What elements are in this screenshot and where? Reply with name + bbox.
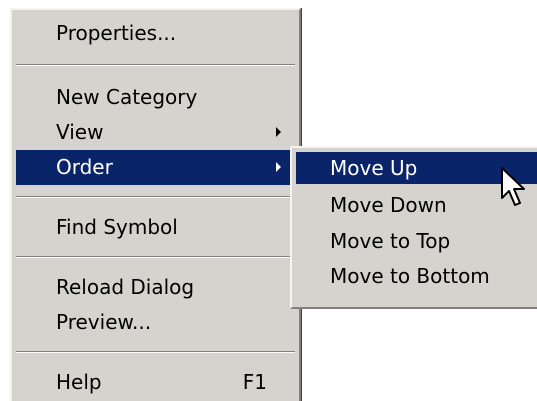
- menu-item-preview[interactable]: Preview...: [16, 305, 295, 340]
- menu-item-label: Reload Dialog: [56, 275, 195, 299]
- submenu-item-move-to-top[interactable]: Move to Top: [296, 225, 537, 257]
- submenu-arrow-icon: [276, 127, 281, 137]
- context-menu: Properties... New Category View Order Fi…: [10, 8, 301, 401]
- submenu-item-label: Move Up: [330, 156, 418, 180]
- menu-item-label: Preview...: [56, 310, 152, 334]
- submenu-item-label: Move to Bottom: [330, 264, 490, 288]
- submenu-item-label: Move to Top: [330, 229, 451, 253]
- menu-separator: [16, 64, 295, 66]
- menu-item-label: Properties...: [56, 21, 177, 45]
- menu-separator: [16, 256, 295, 258]
- menu-separator: [16, 196, 295, 198]
- menu-item-find-symbol[interactable]: Find Symbol: [16, 210, 295, 245]
- menu-separator: [16, 351, 295, 353]
- menu-item-label: Order: [56, 155, 113, 179]
- menu-item-label: Help: [56, 370, 102, 394]
- menu-item-new-category[interactable]: New Category: [16, 80, 295, 115]
- menu-item-help[interactable]: Help F1: [16, 365, 295, 400]
- submenu-item-move-to-bottom[interactable]: Move to Bottom: [296, 260, 537, 292]
- mouse-pointer-icon: [501, 167, 525, 206]
- menu-item-view[interactable]: View: [16, 115, 295, 150]
- screen: Properties... New Category View Order Fi…: [0, 0, 537, 401]
- menu-item-label: View: [56, 120, 104, 144]
- menu-item-label: Find Symbol: [56, 215, 178, 239]
- menu-item-properties[interactable]: Properties...: [16, 16, 295, 51]
- menu-item-reload-dialog[interactable]: Reload Dialog: [16, 270, 295, 305]
- menu-item-shortcut: F1: [242, 370, 267, 394]
- submenu-item-label: Move Down: [330, 193, 447, 217]
- menu-item-label: New Category: [56, 85, 198, 109]
- submenu-arrow-icon: [276, 162, 281, 172]
- menu-item-order[interactable]: Order: [16, 150, 295, 185]
